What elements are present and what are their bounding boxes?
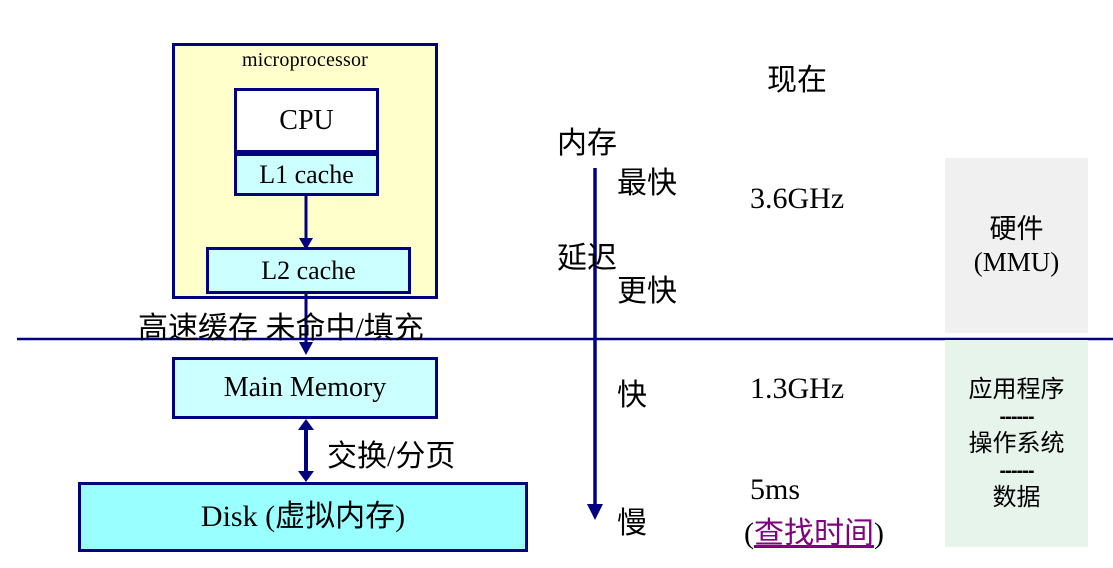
l2-cache-label: L2 cache xyxy=(261,255,356,285)
seek-time-annotation: (查找时间) xyxy=(744,508,884,552)
latency-label-faster: 更快 xyxy=(617,275,677,308)
hardware-panel-line1: 硬件 xyxy=(989,214,1044,245)
memory-latency-header-line1: 内存 xyxy=(557,126,617,160)
main-memory-box: Main Memory xyxy=(172,357,438,419)
seek-time-close-paren: ) xyxy=(874,517,884,550)
cache-miss-fill-label: 高速缓存 未命中/填充 xyxy=(138,312,424,345)
main-memory-label: Main Memory xyxy=(223,372,387,404)
memory-latency-header-line2: 延迟 xyxy=(557,241,617,275)
microprocessor-label: microprocessor xyxy=(241,49,369,71)
software-panel-separator-2: ------ xyxy=(999,459,1035,482)
seek-time-link[interactable]: 查找时间 xyxy=(754,517,874,550)
l1-cache-box: L1 cache xyxy=(234,153,379,196)
l2-cache-box: L2 cache xyxy=(206,247,411,294)
software-panel: 应用程序 ------ 操作系统 ------ 数据 xyxy=(945,340,1088,547)
latency-label-slow: 慢 xyxy=(617,507,647,540)
hardware-panel: 硬件 (MMU) xyxy=(945,158,1088,333)
disk-label: Disk (虚拟内存) xyxy=(200,500,406,534)
software-panel-operating-system: 操作系统 xyxy=(968,430,1065,457)
latency-label-fastest: 最快 xyxy=(617,167,677,200)
seek-time-open-paren: ( xyxy=(744,517,754,550)
hardware-panel-line2: (MMU) xyxy=(973,246,1060,277)
memory-latency-header: 内存 延迟 xyxy=(557,48,617,355)
speed-value-cpu: 3.6GHz xyxy=(750,182,845,215)
speed-value-memory: 1.3GHz xyxy=(750,372,845,405)
now-column-header: 现在 xyxy=(767,64,827,97)
software-panel-data: 数据 xyxy=(992,484,1041,511)
swap-paging-label: 交换/分页 xyxy=(327,440,456,473)
disk-box: Disk (虚拟内存) xyxy=(78,482,528,552)
cpu-label: CPU xyxy=(279,104,334,136)
memory-hierarchy-diagram: microprocessor CPU L1 cache L2 cache Mai… xyxy=(0,0,1113,568)
cpu-box: CPU xyxy=(234,88,379,153)
l1-cache-label: L1 cache xyxy=(259,159,354,189)
arrow-main-memory-disk xyxy=(298,419,314,482)
software-panel-separator-1: ------ xyxy=(999,405,1035,428)
latency-label-fast: 快 xyxy=(617,379,647,412)
speed-value-disk: 5ms xyxy=(750,473,801,506)
software-panel-application: 应用程序 xyxy=(968,376,1065,403)
